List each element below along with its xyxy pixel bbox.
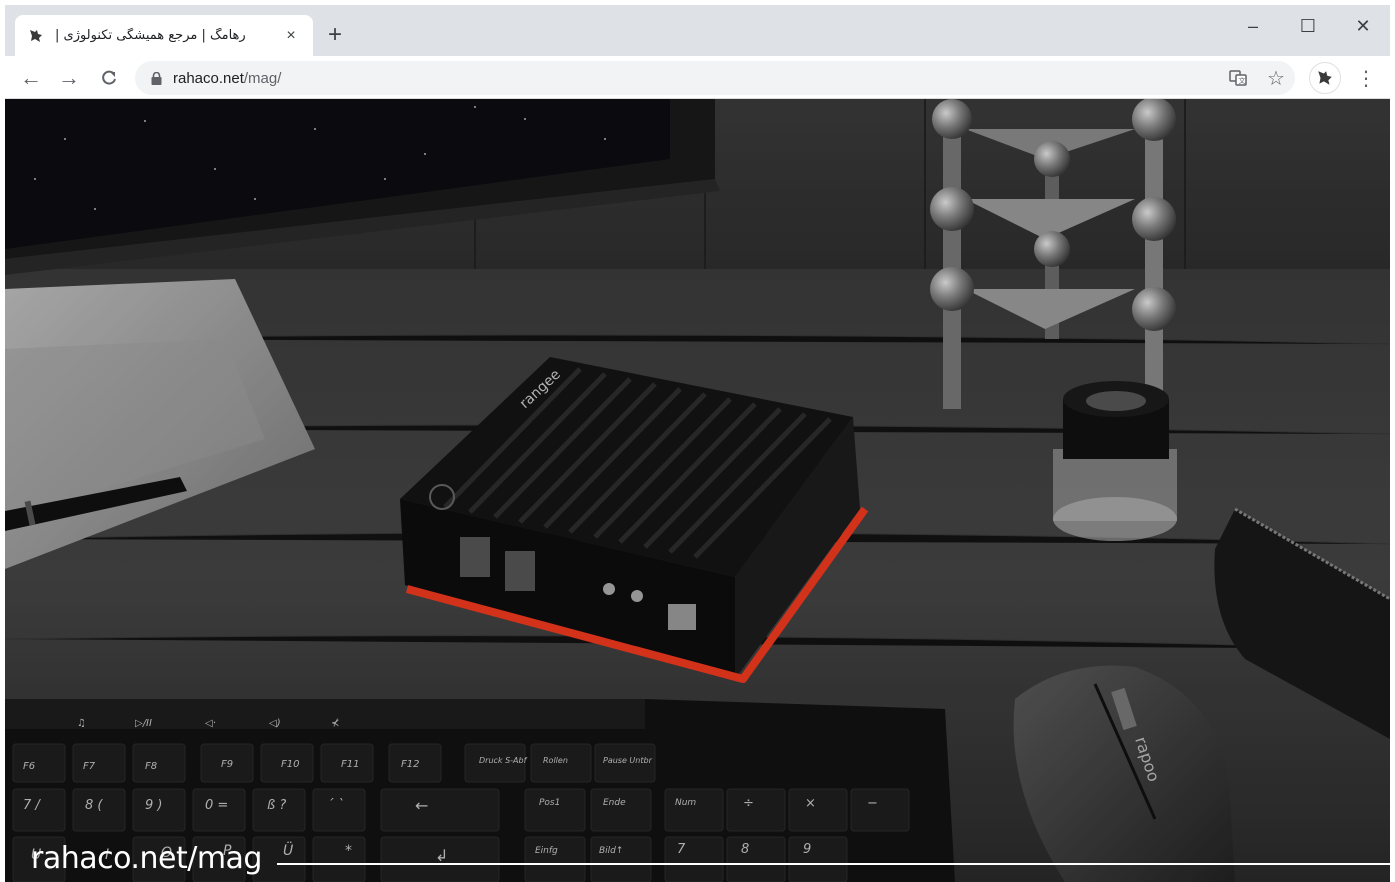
url-path: /mag/	[243, 69, 282, 87]
new-tab-button[interactable]: +	[321, 21, 349, 49]
extension-icon[interactable]	[1309, 62, 1341, 94]
minimize-button[interactable]: –	[1230, 11, 1276, 41]
forward-button[interactable]: →	[53, 62, 85, 94]
address-bar[interactable]: rahaco.net/mag/	[135, 61, 1295, 95]
hero-banner: rangee rapoo ♫ ▷/II ◁· ◁) ⊀ F6 F7 F8 F9 …	[5, 99, 1390, 882]
star-icon[interactable]: ☆	[1263, 65, 1289, 91]
browser-window: رهامگ | مرجع همیشگی تکنولوژی | × + – ☐ ✕…	[5, 5, 1390, 882]
maximize-button[interactable]: ☐	[1285, 11, 1331, 41]
back-button[interactable]: ←	[15, 62, 47, 94]
svg-text:文: 文	[1239, 76, 1246, 85]
browser-toolbar: ← → rahaco.net/mag/ 文 ☆ ⋮	[5, 56, 1390, 99]
reload-icon	[102, 70, 116, 85]
tab-title: رهامگ | مرجع همیشگی تکنولوژی |	[55, 28, 246, 43]
url-text: rahaco.net/mag/	[173, 70, 281, 87]
caption-divider	[277, 863, 1390, 865]
rahaco-logo-icon	[27, 27, 45, 45]
close-tab-icon[interactable]: ×	[281, 26, 301, 46]
tab-bar: رهامگ | مرجع همیشگی تکنولوژی | × + – ☐ ✕	[5, 5, 1390, 56]
menu-icon[interactable]: ⋮	[1353, 65, 1379, 91]
translate-icon[interactable]: 文	[1225, 65, 1251, 91]
hero-image: rangee rapoo ♫ ▷/II ◁· ◁) ⊀ F6 F7 F8 F9 …	[5, 99, 1390, 882]
lock-icon	[149, 71, 163, 85]
close-window-button[interactable]: ✕	[1340, 11, 1386, 41]
tab-active[interactable]: رهامگ | مرجع همیشگی تکنولوژی | ×	[15, 15, 313, 56]
site-caption: rahaco.net/mag	[31, 841, 262, 876]
reload-button[interactable]	[93, 62, 125, 94]
url-host: rahaco.net	[173, 69, 244, 87]
